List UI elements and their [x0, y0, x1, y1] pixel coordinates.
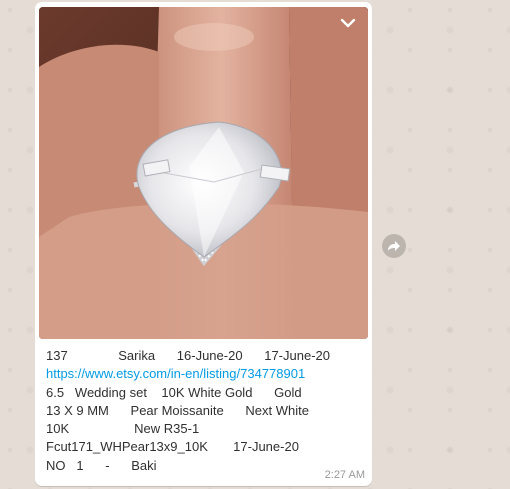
caption-line: 6.5 Wedding set 10K White Gold Gold: [46, 384, 302, 400]
caption-line: Fcut171_WHPear13x9_10K 17-June-20: [46, 439, 299, 455]
message-image[interactable]: [39, 7, 368, 339]
message-caption: 137 Sarika 16-June-20 17-June-20 https:/…: [46, 347, 368, 475]
chevron-down-icon[interactable]: [338, 15, 358, 31]
caption-line: 137 Sarika 16-June-20 17-June-20: [46, 348, 330, 363]
forward-button[interactable]: [382, 234, 406, 258]
forward-icon: [388, 241, 400, 251]
caption-line: 13 X 9 MM Pear Moissanite Next White: [46, 402, 309, 418]
message-timestamp: 2:27 AM: [324, 469, 365, 481]
image-message-bubble[interactable]: 137 Sarika 16-June-20 17-June-20 https:/…: [35, 2, 372, 486]
etsy-listing-link[interactable]: https://www.etsy.com/in-en/listing/73477…: [46, 366, 305, 381]
caption-line: NO 1 - Baki: [46, 457, 157, 473]
ring-photo: [39, 7, 368, 339]
caption-line: 10K New R35-1: [46, 421, 200, 437]
